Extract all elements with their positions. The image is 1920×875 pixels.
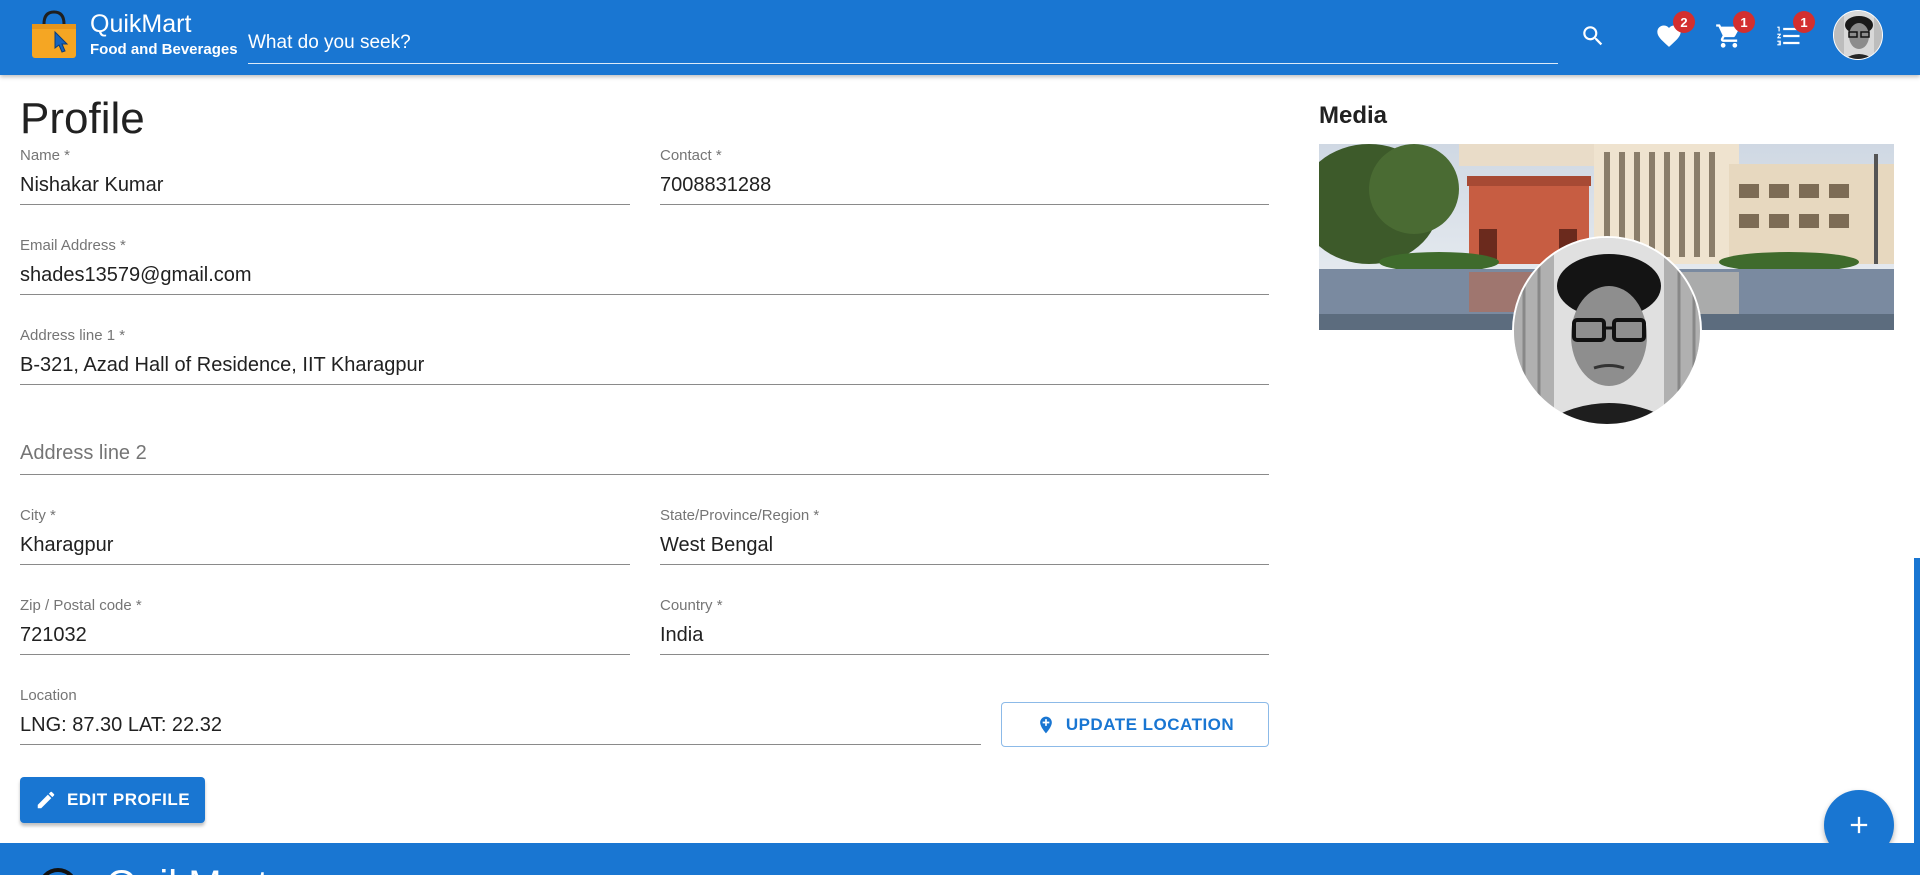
name-field[interactable]: Name * Nishakar Kumar: [20, 147, 630, 207]
shopping-bag-icon[interactable]: [30, 10, 78, 60]
footer: QuikMart: [0, 843, 1920, 875]
email-field[interactable]: Email Address * shades13579@gmail.com: [20, 237, 1269, 297]
address-line-2-underline: [20, 474, 1269, 475]
plus-icon: [1850, 816, 1868, 834]
zip-label: Zip / Postal code *: [20, 597, 142, 614]
contact-value[interactable]: 7008831288: [660, 174, 771, 197]
location-value[interactable]: LNG: 87.30 LAT: 22.32: [20, 714, 222, 737]
zip-underline: [20, 654, 630, 655]
update-location-button[interactable]: UPDATE LOCATION: [1001, 702, 1269, 747]
state-value[interactable]: West Bengal: [660, 534, 773, 557]
location-underline: [20, 744, 981, 745]
footer-brand: QuikMart: [106, 863, 268, 875]
country-value[interactable]: India: [660, 624, 703, 647]
app-bar: QuikMart Food and Beverages 2 1 1: [0, 0, 1920, 75]
address-line-2-field[interactable]: Address line 2: [20, 417, 1269, 477]
user-avatar[interactable]: [1833, 10, 1883, 60]
address-line-1-field[interactable]: Address line 1 * B-321, Azad Hall of Res…: [20, 327, 1269, 387]
search-input[interactable]: [248, 24, 1558, 64]
add-location-icon: [1039, 716, 1052, 733]
email-label: Email Address *: [20, 237, 126, 254]
state-label: State/Province/Region *: [660, 507, 820, 524]
search-icon: [1583, 26, 1603, 46]
cart-button[interactable]: 1: [1709, 11, 1755, 56]
zip-field[interactable]: Zip / Postal code * 721032: [20, 597, 630, 657]
country-field[interactable]: Country * India: [660, 597, 1269, 657]
media-title: Media: [1319, 102, 1388, 129]
state-field[interactable]: State/Province/Region * West Bengal: [660, 507, 1269, 567]
scrollbar-thumb[interactable]: [1914, 558, 1920, 843]
address-line-1-underline: [20, 384, 1269, 385]
location-field[interactable]: Location LNG: 87.30 LAT: 22.32: [20, 687, 981, 747]
location-label: Location: [20, 687, 77, 704]
zip-value[interactable]: 721032: [20, 624, 87, 647]
email-underline: [20, 294, 1269, 295]
name-underline: [20, 204, 630, 205]
search-button[interactable]: [1573, 16, 1613, 56]
page-title: Profile: [20, 94, 145, 143]
profile-photo: [1514, 238, 1700, 424]
edit-pencil-icon: [37, 791, 55, 809]
edit-profile-button[interactable]: EDIT PROFILE: [20, 777, 205, 823]
edit-profile-label: EDIT PROFILE: [66, 790, 191, 809]
brand-title[interactable]: QuikMart: [90, 10, 191, 39]
contact-label: Contact *: [660, 147, 722, 164]
orders-button[interactable]: 1: [1769, 11, 1815, 56]
email-value[interactable]: shades13579@gmail.com: [20, 264, 252, 287]
state-underline: [660, 564, 1269, 565]
name-value[interactable]: Nishakar Kumar: [20, 174, 163, 197]
address-line-2-placeholder[interactable]: Address line 2: [20, 442, 147, 465]
footer-logo-icon: [38, 868, 78, 875]
wishlist-button[interactable]: 2: [1649, 11, 1695, 56]
country-label: Country *: [660, 597, 723, 614]
city-value[interactable]: Kharagpur: [20, 534, 113, 557]
brand-subtitle: Food and Beverages: [90, 41, 238, 58]
user-photo: [1834, 11, 1882, 59]
address-line-1-value[interactable]: B-321, Azad Hall of Residence, IIT Khara…: [20, 354, 424, 377]
contact-field[interactable]: Contact * 7008831288: [660, 147, 1269, 207]
update-location-label: UPDATE LOCATION: [1065, 714, 1235, 734]
city-field[interactable]: City * Kharagpur: [20, 507, 630, 567]
country-underline: [660, 654, 1269, 655]
orders-count-badge: 1: [1793, 11, 1815, 33]
profile-avatar[interactable]: [1512, 236, 1702, 426]
address-line-1-label: Address line 1 *: [20, 327, 126, 344]
contact-underline: [660, 204, 1269, 205]
city-label: City *: [20, 507, 56, 524]
cart-count-badge: 1: [1733, 11, 1755, 33]
wishlist-count-badge: 2: [1673, 11, 1695, 33]
city-underline: [20, 564, 630, 565]
name-label: Name *: [20, 147, 71, 164]
